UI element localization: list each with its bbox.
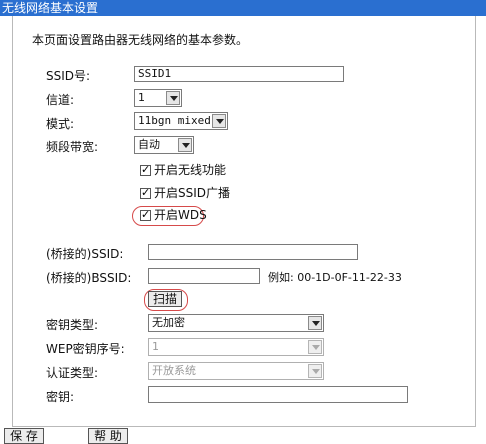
save-button[interactable]: 保 存 — [4, 428, 44, 444]
bridge-bssid-input[interactable] — [148, 268, 260, 284]
key-type-value: 无加密 — [152, 316, 185, 329]
channel-label: 信道: — [46, 93, 75, 107]
mode-label: 模式: — [46, 117, 75, 131]
bandwidth-value: 自动 — [138, 138, 160, 151]
intro-text: 本页面设置路由器无线网络的基本参数。 — [32, 33, 249, 47]
channel-select[interactable]: 1 — [134, 89, 182, 107]
key-type-label: 密钥类型: — [46, 318, 99, 332]
mode-value: 11bgn mixed — [138, 114, 211, 127]
chevron-down-icon[interactable] — [178, 138, 192, 152]
key-input[interactable] — [148, 386, 408, 403]
ssid-input[interactable]: SSID1 — [134, 66, 344, 82]
ssid-broadcast-checkbox[interactable] — [140, 186, 151, 200]
wds-checkbox[interactable] — [140, 208, 151, 222]
auth-type-label: 认证类型: — [46, 366, 99, 380]
ssid-broadcast-checkbox-label: 开启SSID广播 — [154, 186, 231, 200]
title-bar: 无线网络基本设置 — [0, 0, 486, 16]
mode-select[interactable]: 11bgn mixed — [134, 112, 228, 130]
bandwidth-select[interactable]: 自动 — [134, 136, 194, 154]
ssid-label: SSID号: — [46, 69, 91, 83]
bridge-bssid-label: (桥接的)BSSID: — [46, 271, 132, 285]
wireless-checkbox-label: 开启无线功能 — [154, 163, 227, 177]
wep-index-value: 1 — [152, 340, 159, 353]
bssid-example-text: 例如: 00-1D-0F-11-22-33 — [268, 271, 402, 284]
chevron-down-icon[interactable] — [166, 91, 180, 105]
page-title: 无线网络基本设置 — [2, 1, 99, 15]
key-label: 密钥: — [46, 390, 75, 404]
chevron-down-icon[interactable] — [308, 316, 322, 330]
help-button[interactable]: 帮 助 — [88, 428, 128, 444]
wds-checkbox-label: 开启WDS — [154, 208, 207, 222]
wireless-checkbox[interactable] — [140, 163, 151, 177]
auth-type-select[interactable]: 开放系统 — [148, 362, 324, 380]
scan-button[interactable]: 扫描 — [148, 291, 182, 307]
bridge-ssid-label: (桥接的)SSID: — [46, 247, 124, 261]
wep-index-select[interactable]: 1 — [148, 338, 324, 356]
chevron-down-icon[interactable] — [308, 364, 322, 378]
bandwidth-label: 频段带宽: — [46, 140, 99, 154]
bridge-ssid-input[interactable] — [148, 244, 358, 260]
chevron-down-icon[interactable] — [308, 340, 322, 354]
auth-type-value: 开放系统 — [152, 364, 196, 377]
key-type-select[interactable]: 无加密 — [148, 314, 324, 332]
chevron-down-icon[interactable] — [212, 114, 226, 128]
channel-value: 1 — [138, 91, 145, 104]
wep-index-label: WEP密钥序号: — [46, 342, 125, 356]
